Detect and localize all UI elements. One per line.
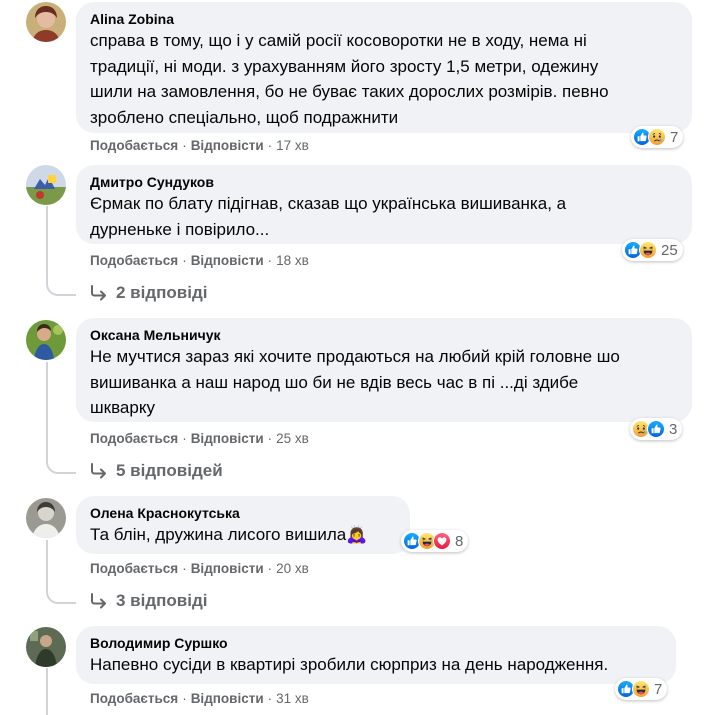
reaction-summary[interactable]: 8 [401,530,469,552]
reaction-summary[interactable]: 3 [630,418,683,440]
comment-actions: Подобається · Відповісти · 25 хв [90,431,309,446]
comment-text-line: Єрмак по блату підігнав, сказав що украї… [90,194,567,213]
reaction-count: 7 [670,128,679,146]
separator-dot: · [182,138,187,153]
comment-actions: Подобається · Відповісти · 17 хв [90,138,309,153]
like-button[interactable]: Подобається [90,138,178,153]
avatar[interactable] [26,498,66,538]
comment-text-line: зроблено спеціально, щоб подражнити [90,107,399,127]
separator-dot: · [182,691,187,706]
separator-dot: · [182,431,187,446]
comment-actions: Подобається · Відповісти · 20 хв [90,561,309,576]
reply-arrow-icon [91,285,106,301]
comment-text-line: дурненьке і повірило... [90,219,270,239]
separator-dot: · [267,561,273,576]
reaction-summary[interactable]: 7 [631,126,684,148]
replies-count[interactable]: 5 відповідей [116,461,223,481]
comment-text-line: вишиванка а наш народ шо би не вдів весь… [90,372,579,392]
thread-connector [46,458,76,474]
reaction-summary[interactable]: 7 [615,678,668,700]
sad-icon [648,128,666,146]
reaction-summary[interactable]: 25 [622,239,683,261]
reaction-count: 3 [669,420,678,438]
replies-count[interactable]: 2 відповіді [116,283,207,303]
comment-author[interactable]: Олена Краснокутська [90,504,398,522]
comment-text-line: шили на замовлення, бо не буває таких до… [90,82,609,101]
comment-author[interactable]: Володимир Суршко [90,634,664,652]
view-replies-link[interactable]: 2 відповіді [90,283,207,303]
reply-arrow-icon [91,593,106,609]
comment-timestamp[interactable]: 25 хв [276,431,309,446]
comment-bubble: Олена Краснокутська Та блін, дружина лис… [76,496,410,554]
comment-timestamp[interactable]: 31 хв [276,691,309,706]
comment-author[interactable]: Оксана Мельничук [90,326,680,344]
like-button[interactable]: Подобається [90,561,178,576]
comment-timestamp[interactable]: 20 хв [276,561,309,576]
comment-text-line: справа в тому, що і у самій росії косово… [90,31,587,50]
reply-button[interactable]: Відповісти [191,691,264,706]
like-button[interactable]: Подобається [90,431,178,446]
comment-text-line: Та блін, дружина лисого вишила🙇‍♀️ [90,525,368,544]
like-icon [647,420,665,438]
thread-line [46,362,48,462]
comment-actions: Подобається · Відповісти · 18 хв [90,253,309,268]
reply-button[interactable]: Відповісти [191,253,264,268]
separator-dot: · [267,253,273,268]
thread-line [46,540,48,590]
comment-bubble: Володимир Суршко Напевно сусіди в кварти… [76,626,676,684]
separator-dot: · [267,138,273,153]
comment-bubble: Оксана Мельничук Не мучтися зараз які хо… [76,318,692,422]
separator-dot: · [182,561,187,576]
thread-connector [46,588,76,604]
haha-icon [632,680,650,698]
like-button[interactable]: Подобається [90,691,178,706]
avatar[interactable] [26,627,66,667]
comment-bubble: Дмитро Сундуков Єрмак по блату підігнав,… [76,165,692,244]
haha-icon [639,241,657,259]
reply-arrow-icon [91,463,106,479]
comment-text-line: Не мучтися зараз які хочите продаються н… [90,347,620,366]
separator-dot: · [267,691,273,706]
replies-count[interactable]: 3 відповіді [116,591,207,611]
thread-line [46,206,48,284]
love-icon [433,532,451,550]
comment-text-line: шкварку [90,398,155,417]
like-button[interactable]: Подобається [90,253,178,268]
comment-timestamp[interactable]: 17 хв [276,138,309,153]
reply-button[interactable]: Відповісти [191,561,264,576]
thread-line [46,668,48,715]
reaction-count: 25 [661,241,678,259]
view-replies-link[interactable]: 3 відповіді [90,591,207,611]
avatar[interactable] [26,320,66,360]
reply-button[interactable]: Відповісти [191,138,264,153]
comment-actions: Подобається · Відповісти · 31 хв [90,691,309,706]
comment-timestamp[interactable]: 18 хв [276,253,309,268]
avatar[interactable] [26,165,66,205]
view-replies-link[interactable]: 5 відповідей [90,461,223,481]
comment-author[interactable]: Alina Zobina [90,10,680,28]
reaction-count: 8 [455,532,464,550]
thread-connector [46,280,76,296]
comment-bubble: Alina Zobina справа в тому, що і у самій… [76,2,692,133]
separator-dot: · [267,431,273,446]
reply-button[interactable]: Відповісти [191,431,264,446]
avatar[interactable] [26,2,66,42]
comment-author[interactable]: Дмитро Сундуков [90,173,680,191]
comment-text-line: Напевно сусіди в квартирі зробили сюрпри… [90,655,609,674]
reaction-count: 7 [654,680,663,698]
comment-text-line: традиції, ні моди. з урахуванням його зр… [90,56,599,76]
separator-dot: · [182,253,187,268]
